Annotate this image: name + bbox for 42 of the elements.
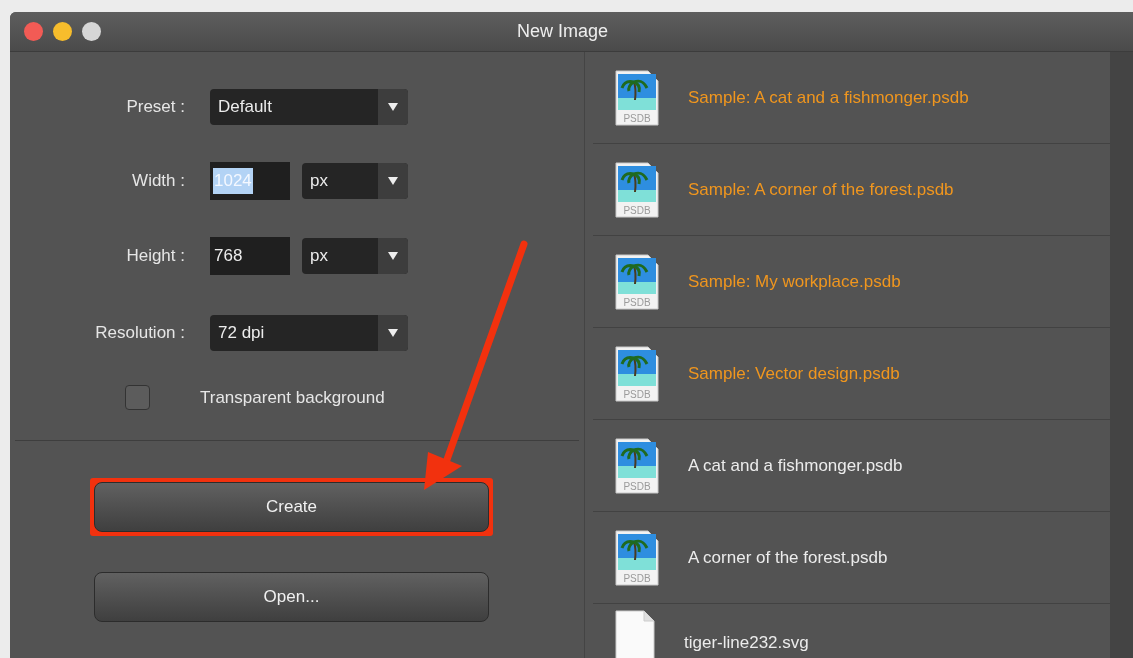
file-list-item[interactable]: PSDB Sample: My workplace.psdb [593,236,1110,328]
dropdown[interactable]: px [302,163,408,199]
number-field[interactable]: 768 [210,237,290,275]
image-file-icon: PSDB [615,345,659,402]
dropdown-caret-icon [388,177,398,185]
dropdown-caret-icon [388,103,398,111]
dropdown[interactable]: 72 dpi [210,315,408,351]
file-list-item[interactable]: tiger-line232.svg [593,604,1110,658]
dialog-button[interactable]: Create [94,481,489,532]
file-name: Sample: A cat and a fishmonger.psdb [688,86,969,109]
dialog-button[interactable]: Open... [94,571,489,622]
field-label: Height : [125,245,186,268]
file-name: A cat and a fishmonger.psdb [688,454,903,477]
dropdown-caret-icon [388,252,398,260]
zoom-button[interactable] [82,22,101,41]
field-label: Preset : [125,96,186,119]
file-name: A corner of the forest.psdb [688,546,888,569]
image-file-icon: PSDB [615,253,659,310]
window-title: New Image [517,20,609,43]
file-name: tiger-line232.svg [684,632,809,654]
image-file-icon: PSDB [615,437,659,494]
field-label: Width : [131,170,186,193]
field-label: Resolution : [94,322,186,345]
file-list-item[interactable]: PSDB Sample: A cat and a fishmonger.psdb [593,52,1110,144]
minimize-button[interactable] [53,22,72,41]
close-button[interactable] [24,22,43,41]
dropdown[interactable]: Default [210,89,408,125]
document-icon [615,610,655,658]
image-file-icon: PSDB [615,69,659,126]
file-name: Sample: My workplace.psdb [688,270,901,293]
file-list-item[interactable]: PSDB A corner of the forest.psdb [593,512,1110,604]
dropdown[interactable]: px [302,238,408,274]
dropdown-caret-icon [388,329,398,337]
file-name: Sample: A corner of the forest.psdb [688,178,954,201]
checkbox-label: Transparent background [200,387,385,409]
file-name: Sample: Vector design.psdb [688,362,900,385]
file-list-item[interactable]: PSDB Sample: A corner of the forest.psdb [593,144,1110,236]
checkbox[interactable] [125,385,150,411]
image-file-icon: PSDB [615,161,659,218]
file-list-item[interactable]: PSDB A cat and a fishmonger.psdb [593,420,1110,512]
file-list-item[interactable]: PSDB Sample: Vector design.psdb [593,328,1110,420]
image-file-icon: PSDB [615,529,659,586]
